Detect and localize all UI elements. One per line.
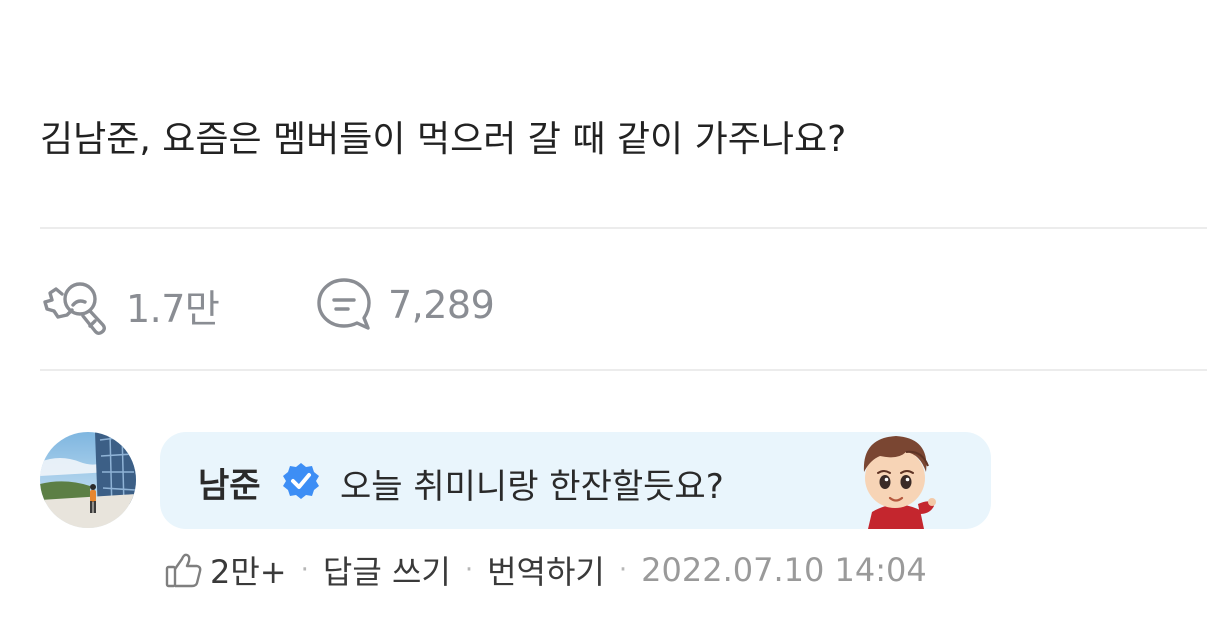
reply-like-count[interactable]: 2만+	[210, 547, 287, 593]
speech-bubble-icon	[317, 278, 371, 330]
comment-button[interactable]: 7,289	[314, 270, 495, 340]
verified-badge-icon	[283, 463, 319, 499]
avatar-image	[40, 432, 136, 528]
avatar[interactable]	[40, 432, 136, 528]
reply-timestamp: 2022.07.10 14:04	[641, 551, 927, 589]
cheer-hand-icon	[43, 282, 106, 335]
divider-bottom	[40, 369, 1207, 371]
reply-message: 오늘 취미니랑 한잔할듯요?	[340, 467, 724, 507]
divider-top	[40, 227, 1207, 229]
post-stats: 1.7만 7,289	[40, 270, 640, 340]
separator: ·	[464, 555, 474, 585]
cheer-count: 1.7만	[126, 286, 220, 331]
reply-bubble: 남준 오늘 취미니랑 한잔할듯요?	[160, 432, 991, 529]
translate-link[interactable]: 번역하기	[487, 547, 605, 593]
thumb-up-icon[interactable]	[164, 550, 204, 590]
reply-author[interactable]: 남준	[198, 458, 261, 507]
reply-meta: 2만+ · 답글 쓰기 · 번역하기 · 2022.07.10 14:04	[164, 545, 927, 595]
character-sticker	[863, 436, 936, 529]
separator: ·	[300, 555, 309, 585]
comment-count: 7,289	[388, 283, 495, 327]
separator: ·	[618, 555, 628, 585]
cheer-button[interactable]: 1.7만	[40, 270, 220, 340]
write-reply-link[interactable]: 답글 쓰기	[323, 547, 451, 593]
post-text: 김남준, 요즘은 멤버들이 먹으러 갈 때 같이 가주나요?	[40, 119, 847, 160]
